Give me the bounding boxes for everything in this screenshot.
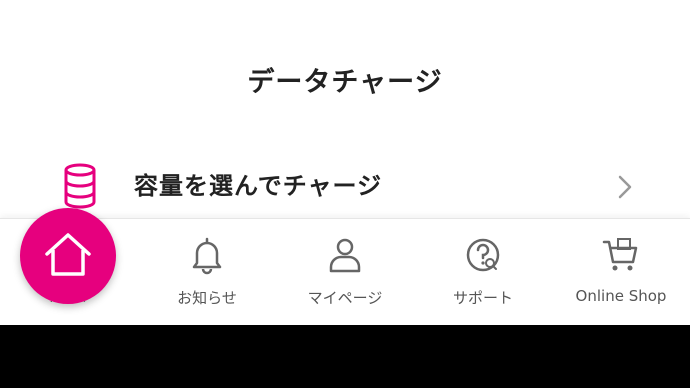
menu-item-capacity-charge[interactable]: 容量を選んでチャージ	[0, 152, 690, 216]
page-title: データチャージ	[247, 67, 443, 98]
nav-label-mypage: マイページ	[307, 289, 383, 307]
letterbox-bar	[0, 325, 690, 388]
nav-label-online-shop: Online Shop	[575, 287, 667, 305]
database-icon	[64, 163, 96, 209]
nav-item-online-shop[interactable]: Online Shop	[552, 219, 690, 326]
person-icon	[329, 238, 361, 273]
nav-item-support[interactable]: サポート	[414, 219, 552, 326]
bell-icon	[192, 237, 222, 275]
menu-item-label: 容量を選んでチャージ	[134, 172, 383, 200]
chevron-right-icon	[618, 175, 632, 199]
nav-label-support: サポート	[452, 289, 513, 307]
nav-item-notifications[interactable]: お知らせ	[138, 219, 276, 326]
nav-item-home-button[interactable]	[20, 208, 116, 304]
nav-item-mypage[interactable]: マイページ	[276, 219, 414, 326]
support-icon	[466, 238, 500, 272]
home-icon	[45, 233, 91, 276]
cart-icon	[602, 238, 638, 271]
nav-label-notifications: お知らせ	[177, 289, 237, 307]
